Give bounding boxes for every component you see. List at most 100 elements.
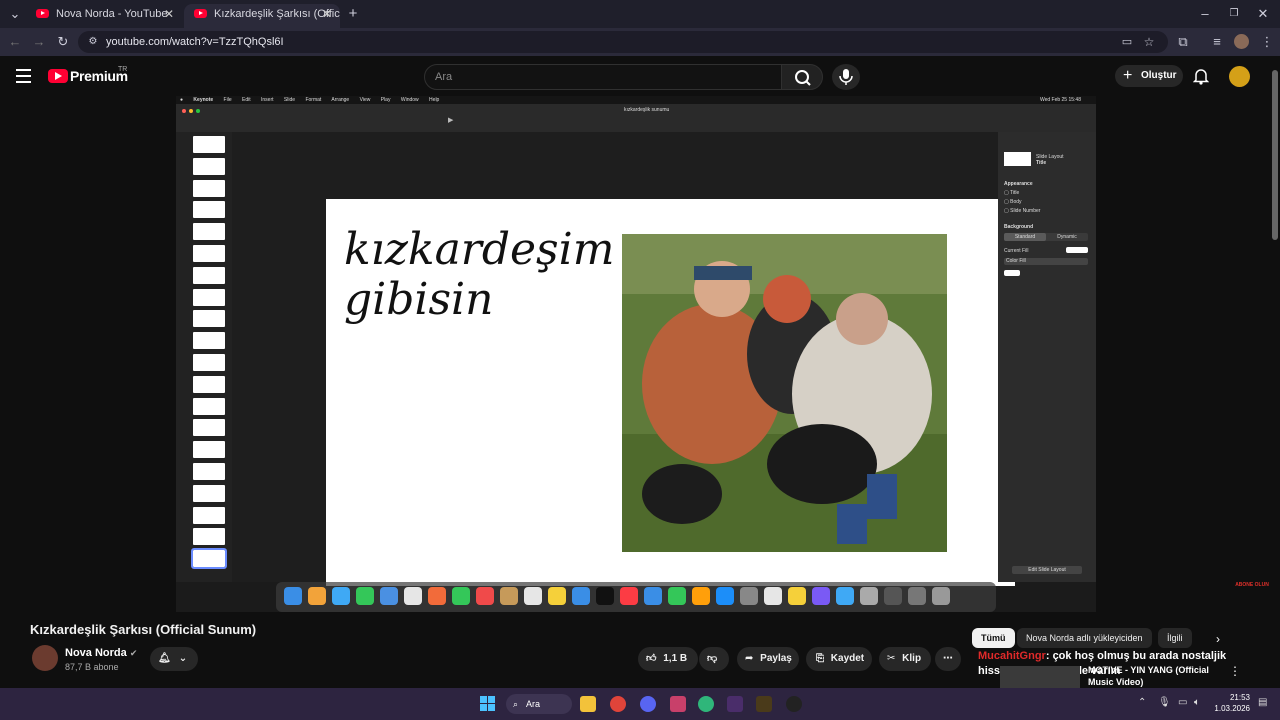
profile-avatar[interactable] <box>1234 34 1249 49</box>
taskbar-search[interactable]: ⌕ Ara <box>506 694 572 714</box>
volume-icon[interactable]: 🔈︎ <box>1194 697 1200 708</box>
tab-nova-norda[interactable]: Nova Norda - YouTube ✕ <box>26 4 182 28</box>
channel-avatar[interactable] <box>32 645 58 671</box>
chip-related[interactable]: İlgili <box>1158 628 1192 648</box>
share-icon: ➦ <box>745 653 754 664</box>
like-button[interactable]: 👍︎ 1,1 B <box>638 647 698 671</box>
notifications-button[interactable] <box>1193 67 1209 85</box>
next-video-title[interactable]: MOTIVE - YIN YANG (Official Music Video) <box>1088 664 1218 688</box>
discord-icon[interactable] <box>640 696 656 712</box>
chrome-icon[interactable] <box>610 696 626 712</box>
search-button[interactable] <box>781 64 823 90</box>
chip-from-uploader[interactable]: Nova Norda adlı yükleyiciden <box>1017 628 1152 648</box>
premiere-icon[interactable] <box>727 696 743 712</box>
option-slide-number: ▢ Slide Number <box>1004 208 1041 214</box>
hamburger-menu-icon[interactable] <box>16 69 31 83</box>
video-title: Kızkardeşlik Şarkısı (Official Sunum) <box>30 622 257 637</box>
youtube-favicon-icon <box>194 9 207 18</box>
bookmark-star-icon[interactable]: ☆ <box>1140 33 1158 51</box>
reload-icon[interactable]: ↻ <box>54 33 72 51</box>
video-menu-icon[interactable]: ⋮ <box>1229 664 1241 678</box>
reading-list-icon[interactable]: ≡ <box>1208 33 1226 51</box>
menu-item: File <box>223 97 232 103</box>
region-badge: TR <box>118 66 128 73</box>
taskbar-clock[interactable]: 21:53 1.03.2026 <box>1210 692 1250 714</box>
back-icon[interactable]: ← <box>6 33 24 51</box>
illustrator-icon[interactable] <box>756 696 772 712</box>
site-info-icon[interactable]: ⚙ <box>84 33 102 51</box>
close-tab-icon[interactable]: ✕ <box>164 4 174 24</box>
cast-icon[interactable]: ▭ <box>1118 33 1136 51</box>
slide-canvas-area: kızkardeşim gibisin <box>232 132 1015 586</box>
menu-item: Edit <box>242 97 251 103</box>
slide-thumbnail <box>193 245 225 262</box>
minimize-icon[interactable]: – <box>1196 5 1214 23</box>
menu-item: Arrange <box>331 97 350 103</box>
taskbar-date: 1.03.2026 <box>1214 704 1250 713</box>
tray-mic-icon[interactable]: 🎙︎ <box>1158 697 1171 708</box>
network-icon[interactable]: ▭ <box>1178 697 1187 708</box>
menu-item: View <box>359 97 371 103</box>
page-scrollbar-thumb[interactable] <box>1272 70 1278 240</box>
search-icon: ⌕ <box>513 699 519 709</box>
youtube-logo-icon[interactable] <box>48 69 68 83</box>
chip-all[interactable]: Tümü <box>972 628 1015 648</box>
windows-start-icon[interactable] <box>480 696 495 711</box>
window-close-icon[interactable]: ✕ <box>1254 5 1272 23</box>
new-tab-icon[interactable]: + <box>344 5 362 23</box>
dock-app-icon <box>716 587 734 605</box>
scissors-icon: ✂ <box>887 653 896 664</box>
comment-username: MucahitGngr <box>978 650 1046 662</box>
account-avatar[interactable] <box>1229 66 1250 87</box>
tray-chevron-icon[interactable]: ⌃ <box>1138 697 1146 708</box>
channel-name[interactable]: Nova Norda ✔ <box>65 647 137 659</box>
keynote-toolbar: kızkardeşlik sunumu ▶ <box>176 104 1096 132</box>
option-body: ▢ Body <box>1004 199 1022 205</box>
slide-thumbnail <box>193 310 225 328</box>
thumbs-up-icon: 👍︎ <box>646 653 657 664</box>
bg-dynamic-tab: Dynamic <box>1057 234 1077 240</box>
tab-current-video[interactable]: Kızkardeşlik Şarkısı (Official Sun ✕ <box>184 4 340 28</box>
obs-icon[interactable] <box>786 696 802 712</box>
restore-icon[interactable]: ❐ <box>1225 5 1243 23</box>
create-button[interactable]: + Oluştur <box>1115 65 1183 87</box>
tab-search-icon[interactable]: ⌄ <box>6 5 24 23</box>
dock-app-icon <box>356 587 374 605</box>
dock-app-icon <box>404 587 422 605</box>
dock-app-icon <box>644 587 662 605</box>
chip-scroll-right-icon[interactable]: › <box>1216 632 1220 646</box>
slide: kızkardeşim gibisin <box>326 199 1015 586</box>
dislike-button[interactable]: 👎︎ <box>699 647 729 671</box>
save-button[interactable]: ⎘ Kaydet <box>806 647 872 671</box>
browser-menu-icon[interactable]: ⋮ <box>1258 33 1276 51</box>
bg-standard-tab: Standard <box>1004 233 1046 241</box>
forward-icon[interactable]: → <box>30 33 48 51</box>
create-label: Oluştur <box>1141 70 1177 81</box>
voice-search-button[interactable] <box>832 64 860 90</box>
file-explorer-icon[interactable] <box>580 696 596 712</box>
search-input[interactable]: Ara <box>424 64 782 90</box>
spotify-icon[interactable] <box>698 696 714 712</box>
valorant-icon[interactable] <box>670 696 686 712</box>
more-horizontal-icon: ⋯ <box>943 653 953 664</box>
address-bar[interactable]: ⚙ youtube.com/watch?v=TzzTQhQsl6I ▭ ☆ <box>78 31 1168 53</box>
dock-app-icon <box>428 587 446 605</box>
video-player[interactable]: ● Keynote File Edit Insert Slide Format … <box>176 96 1269 612</box>
clip-button[interactable]: ✂ Klip <box>879 647 931 671</box>
dock-app-icon <box>548 587 566 605</box>
dock-app-icon <box>764 587 782 605</box>
url-text: youtube.com/watch?v=TzzTQhQsl6I <box>106 36 284 48</box>
share-button[interactable]: ➦ Paylaş <box>737 647 799 671</box>
notification-center-icon[interactable]: ▤ <box>1258 697 1267 708</box>
slide-thumbnail <box>191 548 227 570</box>
subscription-bell-button[interactable]: 🔔︎ ⌄ <box>150 647 198 671</box>
more-actions-button[interactable]: ⋯ <box>935 647 961 671</box>
taskbar-search-label: Ara <box>526 699 541 709</box>
menu-item: Slide <box>283 97 296 103</box>
play-icon: ▶ <box>448 117 454 124</box>
next-video-thumbnail[interactable] <box>1000 666 1080 688</box>
mac-clock: Wed Feb 25 15:48 <box>1039 97 1081 103</box>
extensions-icon[interactable]: ⧉ <box>1174 33 1192 51</box>
close-tab-icon[interactable]: ✕ <box>322 4 332 24</box>
slide-thumbnail <box>193 223 225 241</box>
